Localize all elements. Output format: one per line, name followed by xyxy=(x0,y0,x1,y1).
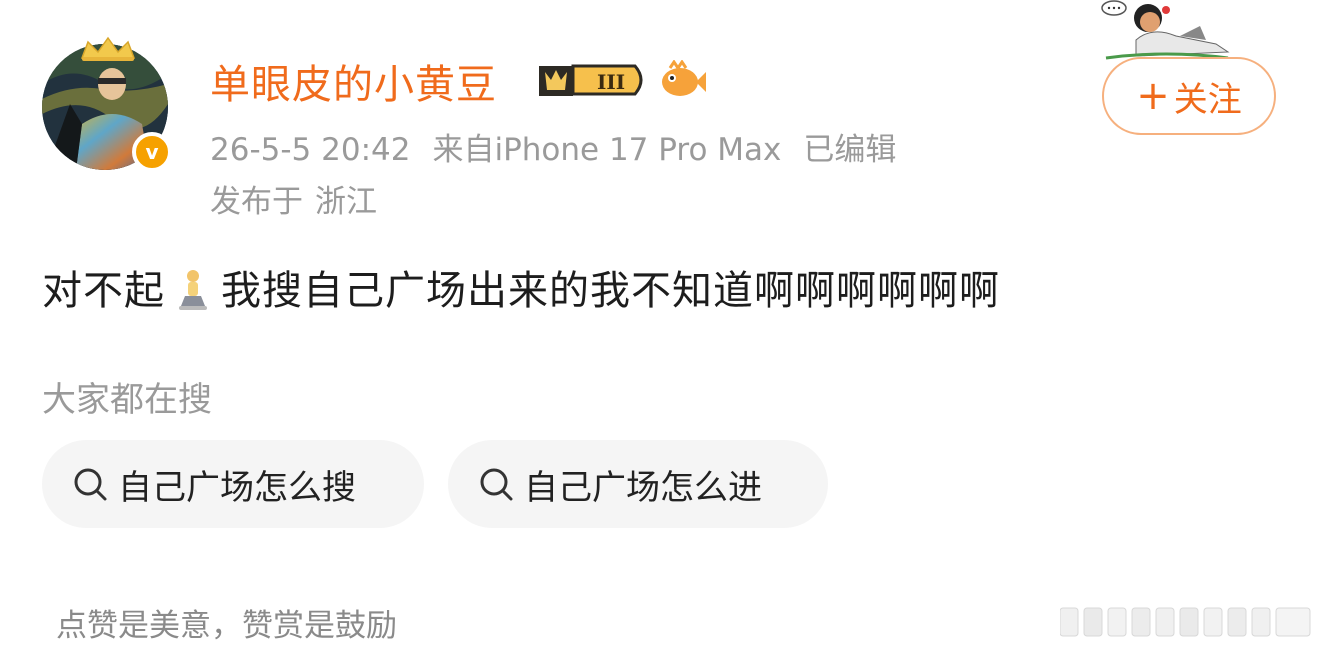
location-place: 浙江 xyxy=(315,184,377,220)
edited-label[interactable]: 已编辑 xyxy=(803,132,896,168)
search-chip-label: 自己广场怎么搜 xyxy=(118,467,356,508)
search-chip[interactable]: 自己广场怎么搜 xyxy=(42,440,424,528)
person-kneeling-emoji-icon xyxy=(179,270,207,310)
post-text-part-1: 对不起 xyxy=(42,268,165,314)
vip-level-text: III xyxy=(597,70,625,94)
reward-prompt: 点赞是美意，赞赏是鼓励 xyxy=(56,608,397,644)
post-source: 来自iPhone 17 Pro Max xyxy=(432,132,782,168)
search-icon xyxy=(480,468,513,501)
post-content: 对不起 我搜自己广场出来的我不知道啊啊啊啊啊啊 xyxy=(42,258,1000,316)
plus-icon: + xyxy=(1136,73,1170,119)
vip-level-badge[interactable]: III xyxy=(535,58,651,102)
fish-icon xyxy=(662,60,706,96)
reward-avatars-icon[interactable] xyxy=(1060,604,1312,640)
follow-button[interactable]: + 关注 xyxy=(1102,57,1276,135)
verified-badge: v xyxy=(132,132,172,172)
search-chip[interactable]: 自己广场怎么进 xyxy=(448,440,828,528)
search-icon xyxy=(74,468,107,501)
location-prefix: 发布于 xyxy=(210,184,303,220)
post-meta: 26-5-5 20:42 来自iPhone 17 Pro Max 已编辑 xyxy=(210,124,918,169)
avatar-container[interactable]: v xyxy=(40,36,180,176)
search-section-title: 大家都在搜 xyxy=(42,380,212,420)
post-location: 发布于 浙江 xyxy=(210,176,377,221)
username[interactable]: 单眼皮的小黄豆 xyxy=(210,52,497,110)
crown-icon xyxy=(80,36,136,61)
follow-button-label: 关注 xyxy=(1173,79,1242,120)
post-datetime: 26-5-5 20:42 xyxy=(210,132,411,168)
search-chip-label: 自己广场怎么进 xyxy=(524,467,762,508)
post-text-part-2: 我搜自己广场出来的我不知道啊啊啊啊啊啊 xyxy=(221,268,1000,314)
